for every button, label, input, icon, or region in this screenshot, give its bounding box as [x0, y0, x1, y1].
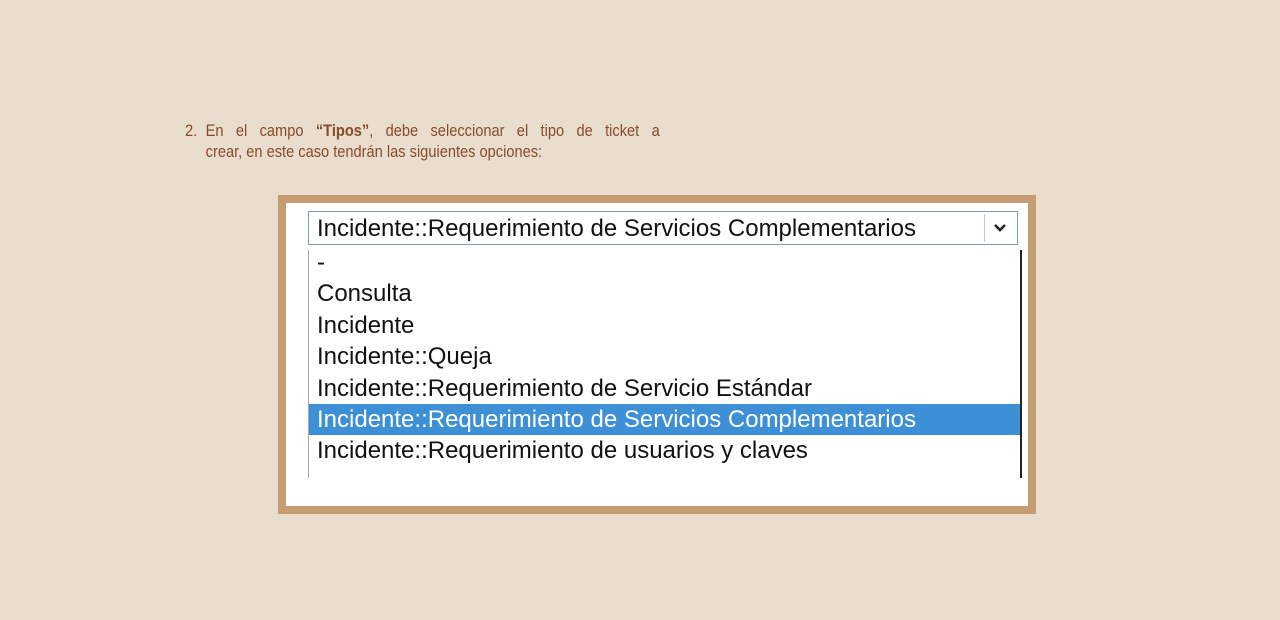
instruction-line-2: crear, en este caso tendrán las siguient… [205, 142, 543, 161]
chevron-down-icon [994, 224, 1006, 232]
tipos-dropdown-list: - Consulta Incidente Incidente::Queja Incide… [308, 250, 1022, 478]
dropdown-option[interactable]: Incidente::Requerimiento de usuarios y c… [309, 435, 1020, 466]
instruction-line-1-end: , debe seleccionar el tipo de ticket a [369, 121, 660, 140]
dropdown-option[interactable]: Incidente [309, 310, 1020, 341]
instruction-line-1-start: En el campo [205, 121, 316, 140]
instruction-line-1: En el campo “Tipos”, debe seleccionar el… [206, 120, 660, 141]
dropdown-option[interactable]: Incidente::Requerimiento de Servicio Est… [309, 373, 1020, 404]
dropdown-option[interactable]: Consulta [309, 278, 1020, 309]
dropdown-option[interactable]: - [309, 250, 1020, 278]
tipos-select[interactable]: Incidente::Requerimiento de Servicios Co… [308, 211, 1018, 245]
dropdown-option[interactable]: Incidente::Queja [309, 341, 1020, 372]
field-name-tipos: “Tipos” [315, 121, 370, 140]
dropdown-option[interactable]: Incidente::Requerimiento de Servicios Co… [309, 404, 1020, 435]
step-number: 2. [185, 121, 198, 140]
screenshot-frame: Incidente::Requerimiento de Servicios Co… [278, 195, 1036, 514]
screenshot-content: Incidente::Requerimiento de Servicios Co… [286, 203, 1028, 506]
tipos-select-value: Incidente::Requerimiento de Servicios Co… [317, 215, 916, 242]
dropdown-arrow-button[interactable] [984, 214, 1015, 242]
